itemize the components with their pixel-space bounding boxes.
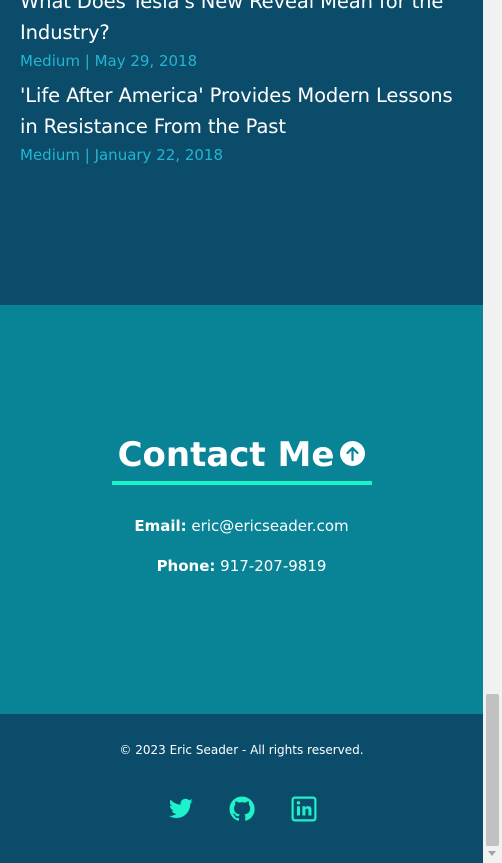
scrollbar[interactable] — [483, 0, 502, 863]
linkedin-icon[interactable] — [291, 796, 317, 822]
contact-phone: Phone: 917-207-9819 — [0, 556, 483, 576]
phone-value[interactable]: 917-207-9819 — [220, 557, 326, 575]
page: What Does Tesla's New Reveal Mean for th… — [0, 0, 483, 863]
twitter-icon[interactable] — [168, 796, 194, 822]
copyright-text: © 2023 Eric Seader - All rights reserved… — [119, 743, 364, 757]
phone-label: Phone: — [156, 557, 216, 575]
article-item[interactable]: 'Life After America' Provides Modern Les… — [20, 80, 470, 165]
scrollbar-thumb[interactable] — [486, 694, 499, 846]
article-meta: Medium | May 29, 2018 — [20, 52, 198, 70]
contact-section: Contact Me Email: eric@ericseader.com Ph… — [0, 305, 483, 714]
article-item[interactable]: What Does Tesla's New Reveal Mean for th… — [20, 0, 470, 71]
email-link[interactable]: eric@ericseader.com — [191, 517, 348, 535]
article-title[interactable]: 'Life After America' Provides Modern Les… — [20, 80, 470, 142]
article-meta: Medium | January 22, 2018 — [20, 146, 223, 164]
articles-section: What Does Tesla's New Reveal Mean for th… — [0, 0, 483, 305]
contact-heading-underline — [112, 481, 372, 485]
scroll-down-arrow-icon[interactable] — [488, 851, 496, 856]
article-title[interactable]: What Does Tesla's New Reveal Mean for th… — [20, 0, 470, 48]
email-label: Email: — [134, 517, 187, 535]
contact-heading: Contact Me — [0, 433, 483, 477]
github-icon[interactable] — [229, 796, 255, 822]
footer: © 2023 Eric Seader - All rights reserved… — [0, 714, 483, 863]
contact-email: Email: eric@ericseader.com — [0, 516, 483, 536]
arrow-up-circle-icon[interactable] — [340, 441, 366, 466]
contact-heading-text: Contact Me — [117, 435, 335, 475]
